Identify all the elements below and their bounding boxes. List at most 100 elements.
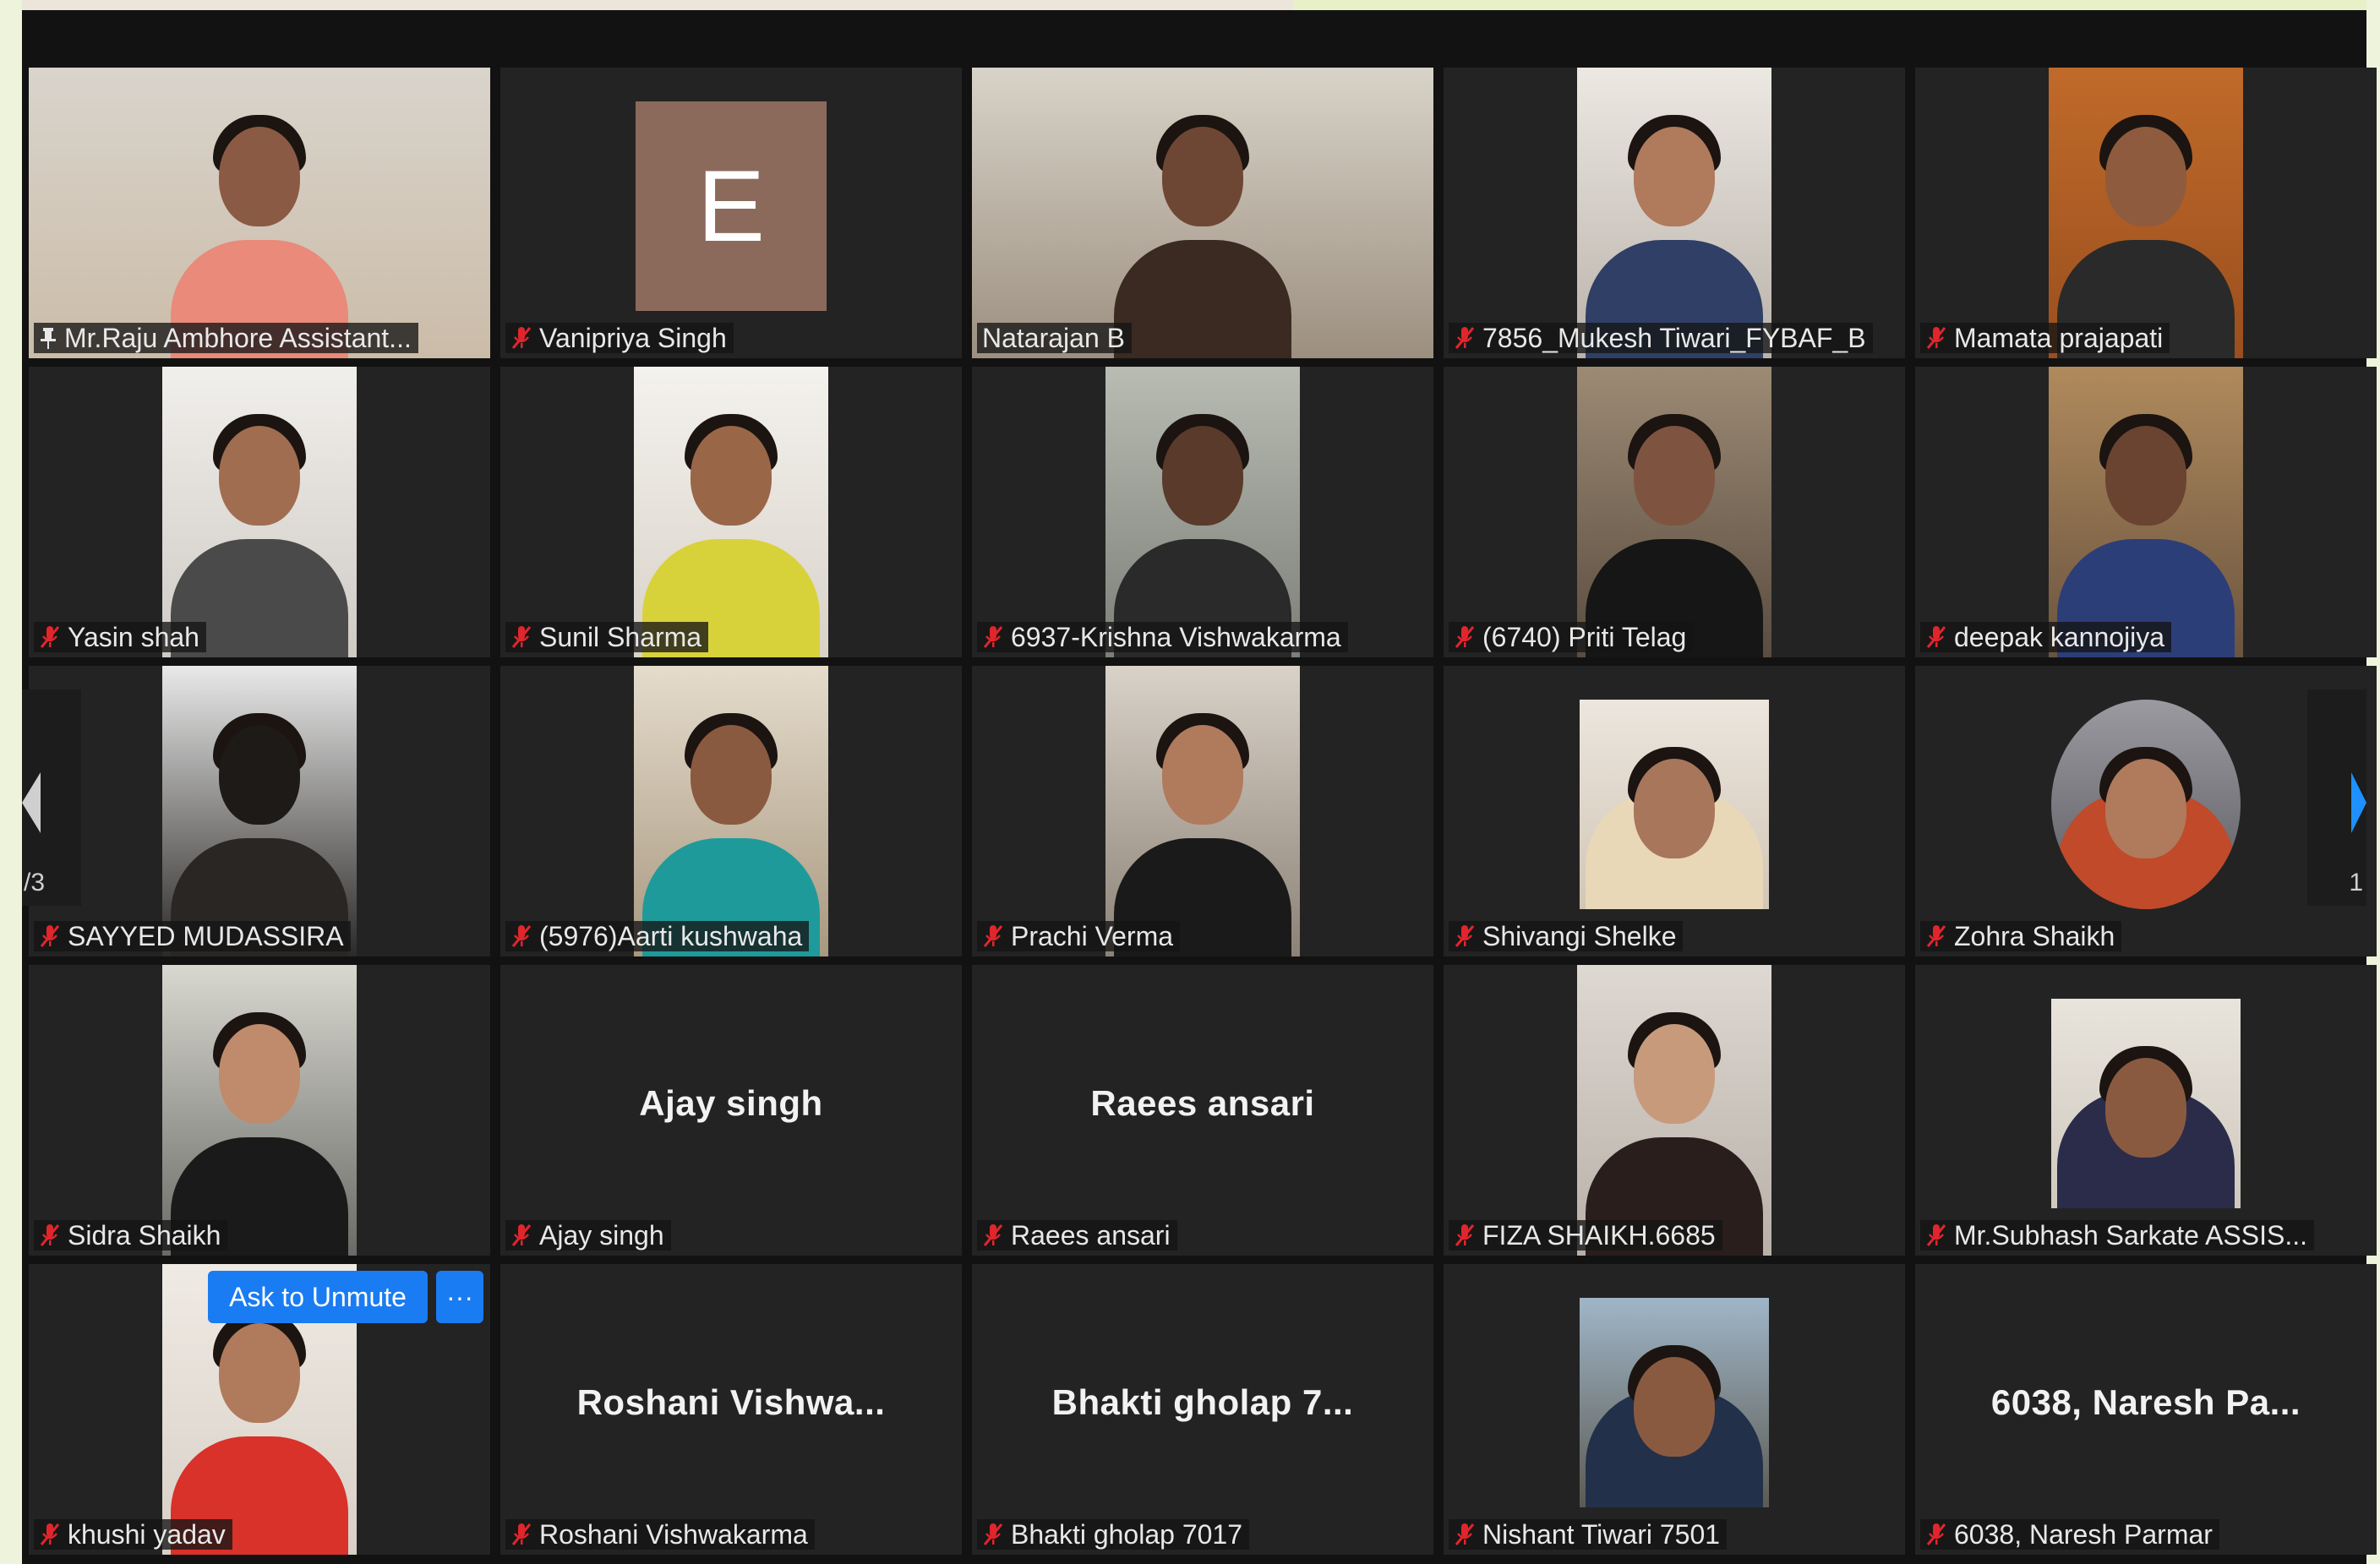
ask-to-unmute-button[interactable]: Ask to Unmute	[208, 1271, 428, 1323]
participant-tile[interactable]: Ajay singh Ajay singh	[500, 965, 962, 1256]
participant-name: Sidra Shaikh	[68, 1220, 221, 1251]
participant-tile[interactable]: Sidra Shaikh	[29, 965, 490, 1256]
top-band-right	[1293, 0, 2380, 10]
participant-tile[interactable]: Bhakti gholap 7... Bhakti gholap 7017	[972, 1264, 1433, 1555]
participant-tile[interactable]: (5976)Aarti kushwaha	[500, 666, 962, 956]
mic-muted-icon	[39, 1223, 61, 1248]
person-face	[1162, 127, 1243, 226]
participant-tile[interactable]: 6038, Naresh Pa... 6038, Naresh Parmar	[1915, 1264, 2377, 1555]
page-indicator-right: 1	[2349, 869, 2363, 896]
participant-tile[interactable]: deepak kannojiya	[1915, 367, 2377, 657]
mic-muted-icon	[39, 624, 61, 650]
participant-name: 7856_Mukesh Tiwari_FYBAF_B	[1482, 323, 1866, 353]
person-face	[1634, 1357, 1715, 1457]
participant-tile[interactable]: FIZA SHAIKH.6685	[1444, 965, 1905, 1256]
participant-name: 6937-Krishna Vishwakarma	[1011, 622, 1341, 652]
participant-tile[interactable]: Sunil Sharma	[500, 367, 962, 657]
mic-muted-icon	[1454, 624, 1476, 650]
participant-video	[162, 965, 357, 1256]
participant-video	[162, 367, 357, 657]
participant-name: Sunil Sharma	[539, 622, 702, 652]
participant-name: SAYYED MUDASSIRA	[68, 921, 344, 951]
mic-muted-icon	[1925, 1522, 1947, 1547]
previous-page-button[interactable]: /3	[22, 689, 81, 906]
mic-muted-icon	[1925, 624, 1947, 650]
participant-name: Mr.Raju Ambhore Assistant...	[64, 323, 412, 353]
mic-muted-icon	[982, 924, 1004, 949]
participant-name: (5976)Aarti kushwaha	[539, 921, 803, 951]
participant-tile[interactable]: 6937-Krishna Vishwakarma	[972, 367, 1433, 657]
participant-name: Ajay singh	[539, 1220, 664, 1251]
avatar: E	[636, 101, 827, 311]
participant-tile[interactable]: Mr.Subhash Sarkate ASSIS...	[1915, 965, 2377, 1256]
pin-icon	[39, 325, 57, 351]
participant-video	[634, 666, 828, 956]
person-face	[691, 426, 772, 526]
participant-tile[interactable]: Raees ansari Raees ansari	[972, 965, 1433, 1256]
participant-video	[1580, 1298, 1769, 1507]
participant-tile[interactable]: Nishant Tiwari 7501	[1444, 1264, 1905, 1555]
mic-muted-icon	[982, 1223, 1004, 1248]
mic-muted-icon	[510, 924, 532, 949]
participant-video	[1577, 367, 1771, 657]
person-face	[219, 426, 300, 526]
participant-tile[interactable]: SAYYED MUDASSIRA	[29, 666, 490, 956]
participant-name-bar: khushi yadav	[34, 1519, 232, 1550]
participant-tile[interactable]: Yasin shah	[29, 367, 490, 657]
person-body	[1114, 240, 1291, 358]
participant-video	[634, 367, 828, 657]
participant-display-name: Bhakti gholap 7...	[1051, 1382, 1354, 1422]
participant-tile[interactable]: Natarajan B	[972, 68, 1433, 358]
person-face	[1634, 1024, 1715, 1124]
participant-tile[interactable]: Mamata prajapati	[1915, 68, 2377, 358]
person-face	[1634, 426, 1715, 526]
more-options-button[interactable]: ···	[436, 1271, 483, 1323]
participant-name-bar: Roshani Vishwakarma	[505, 1519, 815, 1550]
person-face	[691, 725, 772, 825]
participant-name-bar: Sidra Shaikh	[34, 1220, 228, 1251]
participant-tile[interactable]: Prachi Verma	[972, 666, 1433, 956]
page-edge-left	[0, 0, 22, 1564]
next-page-button[interactable]: 1	[2307, 689, 2366, 906]
person-face	[1634, 127, 1715, 226]
person-face	[2105, 127, 2186, 226]
mic-muted-icon	[510, 1522, 532, 1547]
mic-muted-icon	[1925, 1223, 1947, 1248]
participant-tile[interactable]: E Vanipriya Singh	[500, 68, 962, 358]
participant-name-bar: 6038, Naresh Parmar	[1920, 1519, 2219, 1550]
participant-video	[2049, 68, 2243, 358]
participant-name: Raees ansari	[1011, 1220, 1171, 1251]
person-face	[219, 1323, 300, 1423]
participant-name: Roshani Vishwakarma	[539, 1519, 808, 1550]
participant-tile[interactable]: Shivangi Shelke	[1444, 666, 1905, 956]
participant-name-bar: Mr.Subhash Sarkate ASSIS...	[1920, 1220, 2314, 1251]
participant-name: Yasin shah	[68, 622, 199, 652]
participant-name: Zohra Shaikh	[1954, 921, 2115, 951]
mic-muted-icon	[1454, 325, 1476, 351]
participant-name: deepak kannojiya	[1954, 622, 2165, 652]
participant-name-bar: Sunil Sharma	[505, 622, 709, 652]
participant-tile[interactable]: 7856_Mukesh Tiwari_FYBAF_B	[1444, 68, 1905, 358]
meeting-gallery-view: Mr.Raju Ambhore Assistant... E Vanipriya S…	[22, 10, 2377, 1564]
participant-video	[1105, 367, 1300, 657]
participant-video	[972, 68, 1433, 358]
participant-tile[interactable]: Roshani Vishwa... Roshani Vishwakarma	[500, 1264, 962, 1555]
participant-name: Natarajan B	[982, 323, 1125, 353]
participant-tile[interactable]: Ask to Unmute ··· khushi yadav	[29, 1264, 490, 1555]
participant-name-bar: SAYYED MUDASSIRA	[34, 921, 351, 951]
participant-display-name: Roshani Vishwa...	[576, 1382, 886, 1422]
participant-tile[interactable]: (6740) Priti Telag	[1444, 367, 1905, 657]
participant-name-bar: (6740) Priti Telag	[1449, 622, 1694, 652]
person-face	[219, 1024, 300, 1124]
participant-name-bar: Ajay singh	[505, 1220, 671, 1251]
person-face	[1162, 725, 1243, 825]
participant-video	[2051, 700, 2241, 909]
participant-display-name: Ajay singh	[639, 1083, 823, 1123]
person-face	[1162, 426, 1243, 526]
participant-name-bar: Nishant Tiwari 7501	[1449, 1519, 1728, 1550]
mic-muted-icon	[510, 624, 532, 650]
person-face	[1634, 759, 1715, 858]
participant-tile[interactable]: Mr.Raju Ambhore Assistant...	[29, 68, 490, 358]
participant-video	[1577, 68, 1771, 358]
participant-name-bar: Bhakti gholap 7017	[977, 1519, 1249, 1550]
